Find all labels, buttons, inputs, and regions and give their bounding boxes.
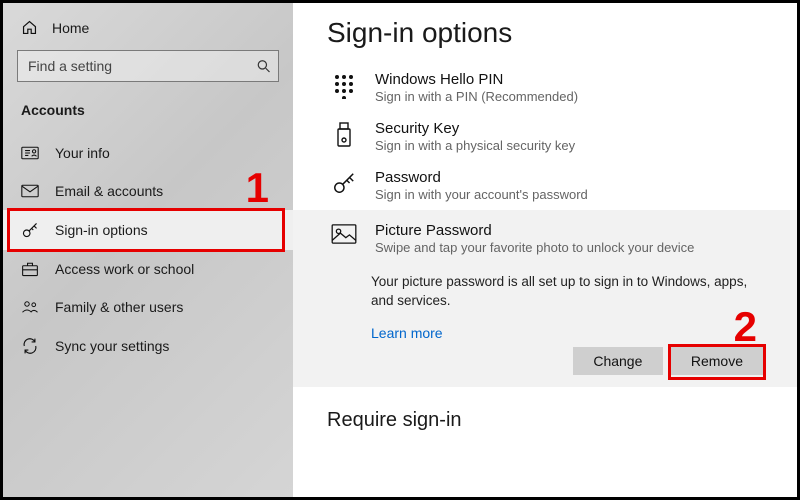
key-icon (21, 221, 39, 239)
nav-home-label: Home (52, 20, 89, 36)
option-title: Picture Password (375, 222, 694, 239)
people-icon (21, 299, 39, 315)
option-title: Windows Hello PIN (375, 71, 578, 88)
sidebar-item-label: Family & other users (55, 299, 183, 315)
sidebar-item-email-accounts[interactable]: Email & accounts (3, 172, 293, 210)
search-input[interactable] (17, 50, 279, 82)
signin-option-picture-password-panel: Picture Password Swipe and tap your favo… (293, 210, 797, 387)
settings-search[interactable] (17, 50, 279, 82)
sidebar-item-family-users[interactable]: Family & other users (3, 288, 293, 326)
home-icon (21, 19, 38, 36)
sidebar-item-label: Email & accounts (55, 183, 163, 199)
option-subtitle: Sign in with a physical security key (375, 138, 575, 153)
annotation-number-2: 2 (734, 303, 757, 351)
sidebar-item-label: Sign-in options (55, 222, 148, 238)
settings-sidebar: Home Accounts Your info (3, 3, 293, 497)
key-icon (331, 169, 357, 195)
usb-key-icon (331, 120, 357, 148)
picture-icon (331, 222, 357, 244)
main-content: Sign-in options Windows Hello PIN Sign i… (293, 3, 797, 497)
option-subtitle: Sign in with a PIN (Recommended) (375, 89, 578, 104)
sidebar-item-label: Access work or school (55, 261, 194, 277)
sidebar-item-signin-options[interactable]: Sign-in options 1 (3, 210, 293, 250)
sidebar-item-your-info[interactable]: Your info (3, 134, 293, 172)
signin-option-password[interactable]: Password Sign in with your account's pas… (327, 161, 797, 210)
require-signin-heading: Require sign-in (327, 409, 797, 432)
sidebar-item-sync-settings[interactable]: Sync your settings (3, 326, 293, 366)
sidebar-item-work-school[interactable]: Access work or school (3, 250, 293, 288)
learn-more-link[interactable]: Learn more (371, 325, 443, 341)
mail-icon (21, 184, 39, 198)
signin-option-picture-password[interactable]: Picture Password Swipe and tap your favo… (327, 220, 777, 263)
page-title: Sign-in options (327, 17, 797, 49)
keypad-icon (331, 71, 357, 99)
signin-option-pin[interactable]: Windows Hello PIN Sign in with a PIN (Re… (327, 63, 797, 112)
option-title: Password (375, 169, 588, 186)
change-button[interactable]: Change (573, 347, 663, 375)
briefcase-icon (21, 261, 39, 277)
sidebar-item-label: Sync your settings (55, 338, 169, 354)
nav-home[interactable]: Home (3, 15, 293, 46)
sidebar-section-title: Accounts (3, 96, 293, 134)
picture-password-status-text: Your picture password is all set up to s… (371, 273, 767, 311)
signin-option-security-key[interactable]: Security Key Sign in with a physical sec… (327, 112, 797, 161)
remove-button[interactable]: Remove (671, 347, 763, 375)
sync-icon (21, 337, 39, 355)
option-title: Security Key (375, 120, 575, 137)
id-card-icon (21, 146, 39, 160)
option-subtitle: Sign in with your account's password (375, 187, 588, 202)
option-subtitle: Swipe and tap your favorite photo to unl… (375, 240, 694, 255)
sidebar-item-label: Your info (55, 145, 110, 161)
